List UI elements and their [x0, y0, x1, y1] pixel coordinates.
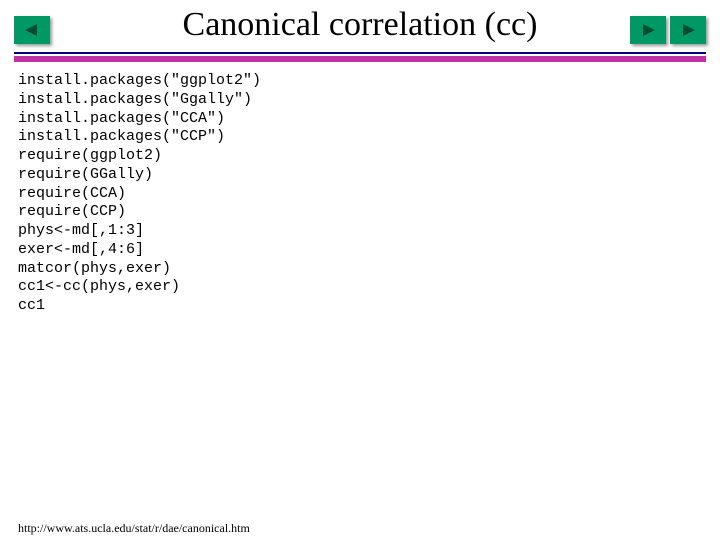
code-block: install.packages("ggplot2") install.pack… — [18, 72, 720, 316]
nav-prev-group — [14, 16, 50, 44]
arrow-right-icon — [639, 22, 657, 38]
footer-url: http://www.ats.ucla.edu/stat/r/dae/canon… — [18, 521, 250, 536]
arrow-left-icon — [23, 22, 41, 38]
title-divider — [14, 52, 706, 62]
arrow-right-icon — [679, 22, 697, 38]
nav-next-group — [630, 16, 706, 44]
nav-prev-button[interactable] — [14, 16, 50, 44]
page-title: Canonical correlation (cc) — [0, 6, 720, 44]
nav-next-button-2[interactable] — [670, 16, 706, 44]
nav-next-button[interactable] — [630, 16, 666, 44]
